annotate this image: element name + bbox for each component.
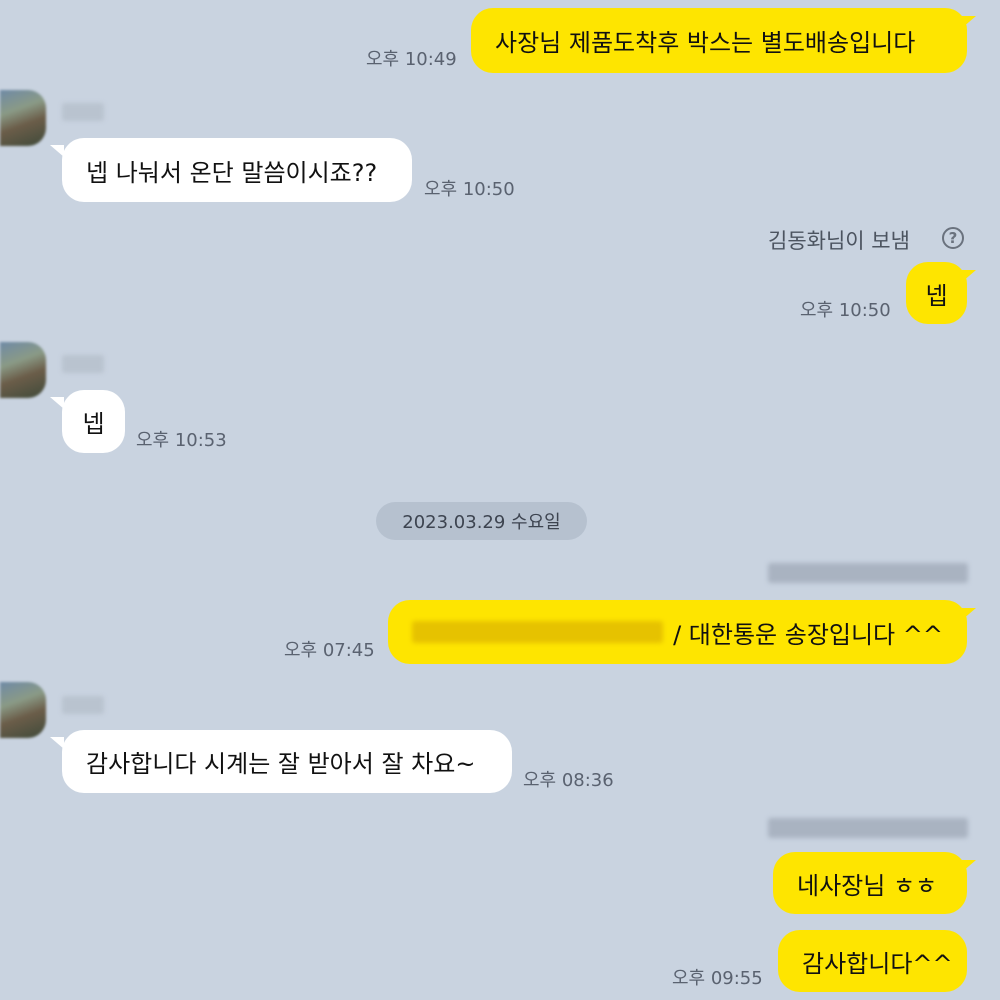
avatar[interactable]	[0, 90, 46, 146]
message-text: 사장님 제품도착후 박스는 별도배송입니다	[495, 29, 916, 57]
other-message-bubble[interactable]: 넵 나눠서 온단 말씀이시죠??	[62, 138, 412, 202]
message-time: 오후 10:53	[136, 430, 227, 451]
my-message-bubble[interactable]: 네사장님 ㅎㅎ	[773, 852, 967, 914]
my-message-bubble[interactable]: / 대한통운 송장입니다 ^^	[388, 600, 967, 664]
redacted-sender-line	[768, 563, 968, 583]
redacted-sender-line	[768, 818, 968, 838]
help-icon[interactable]: ?	[942, 227, 964, 249]
sender-name-redacted	[62, 355, 104, 373]
avatar[interactable]	[0, 682, 46, 738]
other-message-bubble[interactable]: 넵	[62, 390, 125, 453]
redacted-tracking-number	[412, 621, 664, 643]
message-time: 오후 10:50	[800, 300, 891, 321]
my-message-bubble[interactable]: 사장님 제품도착후 박스는 별도배송입니다	[471, 8, 967, 73]
my-message-bubble[interactable]: 넵	[906, 262, 967, 324]
bubble-tail	[962, 16, 976, 28]
message-time: 오후 08:36	[523, 770, 614, 791]
message-text: 넵 나눠서 온단 말씀이시죠??	[86, 158, 378, 187]
bubble-tail	[962, 608, 976, 620]
my-message-bubble[interactable]: 감사합니다^^	[778, 930, 967, 992]
message-time: 오후 10:50	[424, 179, 515, 200]
bubble-tail	[962, 860, 976, 872]
other-message-bubble[interactable]: 감사합니다 시계는 잘 받아서 잘 차요~	[62, 730, 512, 793]
message-text: 감사합니다^^	[802, 949, 953, 978]
message-time: 오후 07:45	[284, 640, 375, 661]
bubble-tail	[962, 270, 976, 282]
sender-name-redacted	[62, 696, 104, 714]
message-time: 오후 09:55	[672, 968, 763, 989]
message-text: 네사장님 ㅎㅎ	[797, 871, 938, 900]
sender-name-redacted	[62, 103, 104, 121]
message-text: / 대한통운 송장입니다 ^^	[673, 620, 943, 649]
message-text: 넵	[82, 410, 105, 438]
message-text: 넵	[925, 281, 948, 310]
avatar[interactable]	[0, 342, 46, 398]
message-time: 오후 10:49	[366, 49, 457, 70]
date-divider: 2023.03.29 수요일	[376, 502, 587, 540]
sent-by-label: 김동화님이 보냄	[768, 229, 910, 253]
message-text: 감사합니다 시계는 잘 받아서 잘 차요~	[86, 750, 476, 778]
